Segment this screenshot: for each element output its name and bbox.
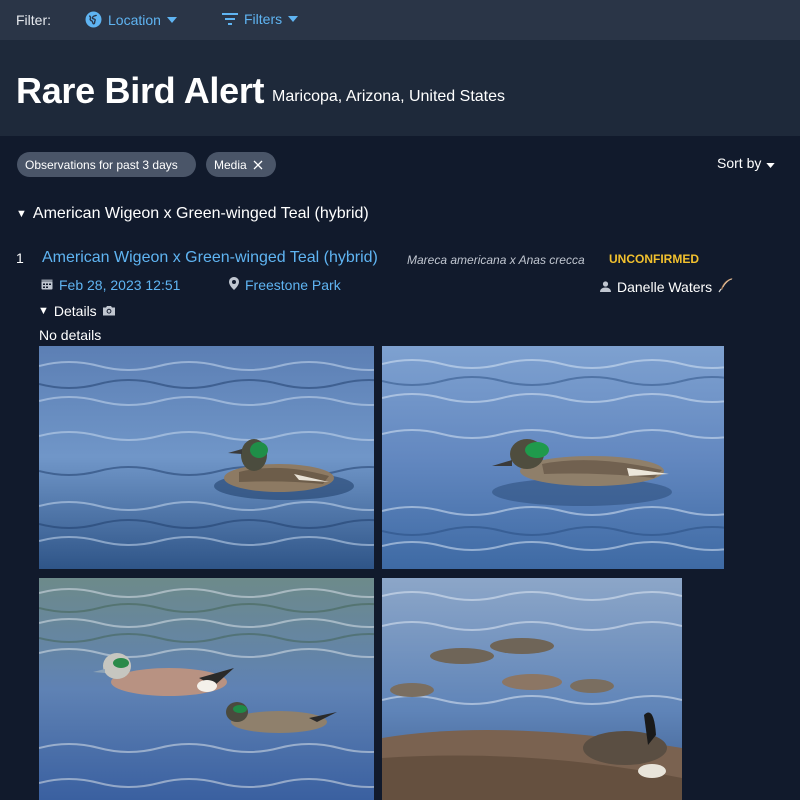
location-filter-label: Location xyxy=(108,11,161,28)
calendar-icon xyxy=(41,277,53,293)
page-header: Rare Bird Alert Maricopa, Arizona, Unite… xyxy=(0,40,800,136)
photo-4[interactable] xyxy=(382,578,682,800)
period-chip[interactable]: Observations for past 3 days xyxy=(17,152,196,177)
page-title: Rare Bird Alert xyxy=(16,70,265,111)
filter-icon xyxy=(222,12,238,26)
media-chip[interactable]: Media xyxy=(206,152,276,177)
chevron-down-icon xyxy=(288,16,299,22)
sort-by-dropdown[interactable]: Sort by xyxy=(717,155,776,171)
sort-by-label: Sort by xyxy=(717,155,762,171)
photo-2[interactable] xyxy=(382,346,724,569)
filters-label: Filters xyxy=(244,11,283,27)
species-link[interactable]: American Wigeon x Green-winged Teal (hyb… xyxy=(42,249,378,267)
chevron-down-icon xyxy=(766,155,776,171)
triangle-down-icon: ▼ xyxy=(16,208,27,220)
filter-label: Filter: xyxy=(16,12,51,28)
observer: Danelle Waters xyxy=(600,277,734,296)
photo-1[interactable] xyxy=(39,346,374,569)
details-text: No details xyxy=(39,327,102,343)
map-pin-icon xyxy=(229,277,239,293)
observation-date-link[interactable]: Feb 28, 2023 12:51 xyxy=(41,277,180,293)
species-group-title: American Wigeon x Green-winged Teal (hyb… xyxy=(32,205,369,222)
triangle-down-icon: ▼ xyxy=(38,305,49,317)
globe-icon xyxy=(85,11,102,28)
media-chip-label: Media xyxy=(214,157,247,172)
scientific-name: Mareca americana x Anas crecca xyxy=(407,253,585,267)
species-group-toggle[interactable]: ▼ American Wigeon x Green-winged Teal (h… xyxy=(16,205,369,223)
observation-location-link[interactable]: Freestone Park xyxy=(229,277,341,293)
person-icon xyxy=(600,279,611,295)
details-label: Details xyxy=(53,303,97,319)
close-icon[interactable] xyxy=(253,160,263,170)
observation-location: Freestone Park xyxy=(245,277,341,293)
observer-name: Danelle Waters xyxy=(617,278,713,295)
observation-date: Feb 28, 2023 12:51 xyxy=(59,277,181,293)
status-badge: UNCONFIRMED xyxy=(609,252,699,266)
chevron-down-icon xyxy=(166,16,177,23)
feather-icon xyxy=(718,277,734,296)
location-filter-button[interactable]: Location xyxy=(85,11,177,28)
filter-bar: Filter: Location Filters xyxy=(0,0,800,40)
region-name: Maricopa, Arizona, United States xyxy=(272,88,506,105)
filters-button[interactable]: Filters xyxy=(222,11,299,27)
camera-icon xyxy=(102,303,116,319)
period-chip-label: Observations for past 3 days xyxy=(25,157,178,172)
photo-3[interactable] xyxy=(39,578,374,800)
details-toggle[interactable]: ▼ Details xyxy=(38,303,116,319)
observation-index: 1 xyxy=(16,250,24,266)
